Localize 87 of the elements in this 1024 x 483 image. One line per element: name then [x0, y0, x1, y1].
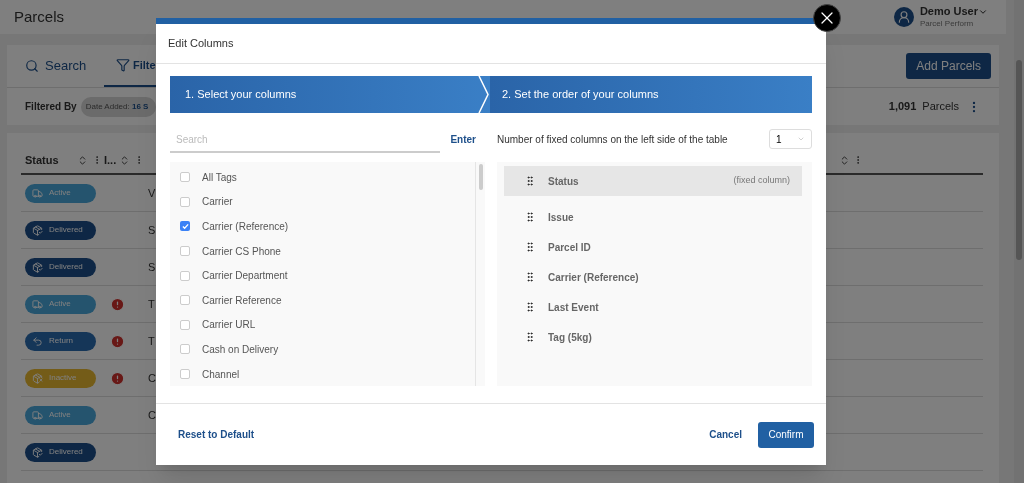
add-parcels-button[interactable]: Add Parcels: [906, 53, 991, 79]
table-cell-text: V: [148, 185, 156, 201]
issue-icon: [109, 370, 125, 386]
drag-handle-icon[interactable]: [524, 271, 536, 283]
status-pill: Delivered: [25, 220, 96, 240]
drag-handle-icon[interactable]: [524, 331, 536, 343]
drag-handle-icon[interactable]: [524, 211, 536, 223]
status-pill: Active: [25, 183, 96, 203]
column-option[interactable]: Cash on Delivery: [202, 341, 279, 357]
step: 1. Select your columns: [170, 76, 490, 113]
checkbox[interactable]: [180, 270, 190, 281]
fixed-columns-label: Number of fixed columns on the left side of the table: [497, 132, 728, 147]
search-icon: [25, 59, 39, 73]
filter-icon: [116, 58, 130, 72]
column-option[interactable]: Carrier URL: [202, 317, 256, 333]
table-cell-text: C: [148, 407, 156, 423]
fixed-note: (fixed column): [733, 174, 790, 188]
status-pill: Inactive: [25, 368, 96, 388]
status-pill: Active: [25, 294, 96, 314]
truck-icon: [32, 187, 43, 199]
search-field[interactable]: Search: [170, 128, 440, 153]
fixed-columns-select[interactable]: 1: [769, 129, 812, 149]
status-pill: Delivered: [25, 257, 96, 277]
column-header[interactable]: I...: [104, 151, 117, 169]
issue-icon: [109, 333, 125, 349]
avatar-icon[interactable]: [893, 7, 914, 27]
checkbox[interactable]: [180, 319, 190, 330]
column-option[interactable]: Channel: [202, 366, 240, 382]
order-row[interactable]: Parcel ID: [504, 232, 802, 262]
package-icon: [32, 372, 43, 384]
table-cell-text: C: [148, 370, 156, 386]
checkbox[interactable]: [180, 172, 190, 183]
caret-icon: [797, 135, 805, 143]
org-name: Parcel Perform: [919, 20, 975, 28]
order-row[interactable]: Issue: [504, 202, 802, 232]
sort-icon[interactable]: [77, 154, 88, 166]
filter-label: Filtered By: [25, 100, 77, 114]
order-row[interactable]: Carrier (Reference): [504, 262, 802, 292]
truck-icon: [32, 409, 43, 421]
checkbox[interactable]: [180, 344, 190, 355]
status-pill: Return: [25, 331, 96, 351]
column-option[interactable]: Carrier (Reference): [202, 219, 289, 234]
status-pill: Active: [25, 405, 96, 425]
checkbox[interactable]: [180, 221, 190, 232]
column-option[interactable]: Carrier CS Phone: [202, 243, 281, 259]
drag-handle-icon[interactable]: [524, 301, 536, 313]
confirm-button[interactable]: Confirm: [758, 421, 814, 448]
table-cell-text: S: [148, 222, 156, 238]
cancel-button[interactable]: Cancel: [709, 427, 742, 442]
column-header[interactable]: Status: [21, 151, 77, 169]
column-option[interactable]: Carrier Department: [202, 268, 288, 284]
order-row[interactable]: Status (fixed column): [504, 166, 802, 196]
column-option[interactable]: Carrier Reference: [202, 292, 282, 308]
page-title: Parcels: [14, 6, 65, 27]
check-icon: [181, 223, 189, 230]
step: 2. Set the order of your columns: [490, 76, 812, 113]
scrollbar[interactable]: [475, 162, 485, 386]
reset-button[interactable]: Reset to Default: [178, 427, 255, 442]
parcel-count: 1,091: [888, 99, 917, 115]
package-icon: [32, 261, 43, 273]
truck-icon: [32, 298, 43, 310]
order-row[interactable]: Last Event: [504, 292, 802, 322]
status-pill: Delivered: [25, 442, 96, 462]
return-arrow-icon: [32, 335, 43, 347]
dialog-title: Edit Columns: [168, 36, 234, 52]
enter-button[interactable]: Enter: [450, 132, 476, 153]
package-icon: [32, 446, 43, 458]
table-cell-text: S: [148, 259, 156, 275]
order-row[interactable]: Tag (5kg): [504, 322, 802, 352]
checkbox[interactable]: [180, 246, 190, 257]
parcel-count-label: Parcels: [922, 99, 959, 115]
package-icon: [32, 224, 43, 236]
checkbox[interactable]: [180, 196, 190, 207]
issue-icon: [109, 296, 125, 312]
checkbox[interactable]: [180, 295, 190, 306]
column-option[interactable]: Carrier: [202, 194, 233, 210]
table-cell-text: T: [148, 333, 155, 349]
chevron-icon: [478, 76, 490, 113]
user-name[interactable]: Demo User: [919, 6, 978, 17]
drag-handle-icon[interactable]: [524, 241, 536, 253]
tab[interactable]: Search: [7, 45, 104, 87]
checkbox[interactable]: [180, 369, 190, 380]
table-cell-text: T: [148, 296, 155, 312]
column-option[interactable]: All Tags: [202, 169, 237, 185]
drag-handle-icon[interactable]: [524, 175, 536, 187]
sort-icon[interactable]: [839, 154, 850, 166]
scrollbar[interactable]: [1014, 0, 1024, 483]
